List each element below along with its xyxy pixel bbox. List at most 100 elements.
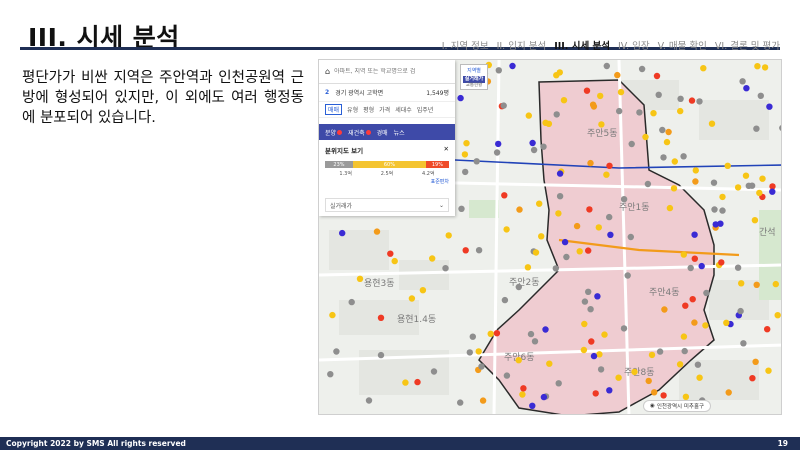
price-marker[interactable]	[712, 221, 719, 228]
price-marker[interactable]	[725, 389, 732, 396]
price-marker[interactable]	[737, 307, 744, 315]
nav-item-location-analysis[interactable]: II. 입지 분석	[497, 38, 547, 52]
price-marker[interactable]	[590, 352, 598, 360]
price-marker[interactable]	[445, 232, 452, 239]
price-marker[interactable]	[516, 206, 523, 213]
price-marker[interactable]	[462, 247, 469, 254]
tab-reconstruction[interactable]: 재건축	[348, 128, 371, 137]
price-marker[interactable]	[391, 257, 398, 265]
price-marker[interactable]	[573, 222, 581, 230]
price-marker[interactable]	[576, 248, 583, 255]
price-marker[interactable]	[696, 98, 703, 105]
price-marker[interactable]	[677, 107, 684, 115]
price-marker[interactable]	[585, 288, 592, 295]
filter-trade[interactable]: 매매	[325, 104, 343, 115]
price-marker[interactable]	[603, 62, 610, 70]
price-marker[interactable]	[698, 262, 705, 270]
price-marker[interactable]	[520, 385, 527, 392]
nav-item-price-analysis[interactable]: III. 시세 분석	[554, 38, 610, 52]
price-marker[interactable]	[627, 233, 634, 241]
price-marker[interactable]	[759, 175, 766, 182]
price-marker[interactable]	[463, 140, 470, 147]
price-marker[interactable]	[645, 377, 652, 385]
price-marker[interactable]	[644, 180, 652, 188]
district-chip[interactable]: ◉ 인천광역시 미추홀구	[643, 400, 712, 412]
price-marker[interactable]	[764, 326, 771, 333]
price-marker[interactable]	[615, 374, 622, 381]
price-marker[interactable]	[724, 162, 731, 169]
nav-item-region-info[interactable]: I. 지역 정보	[442, 38, 489, 52]
price-marker[interactable]	[636, 109, 643, 116]
price-marker[interactable]	[765, 367, 772, 374]
price-marker[interactable]	[671, 158, 678, 165]
price-marker[interactable]	[606, 162, 613, 169]
price-marker[interactable]	[377, 351, 385, 359]
price-marker[interactable]	[677, 95, 684, 102]
price-marker[interactable]	[748, 182, 756, 189]
price-marker[interactable]	[734, 184, 742, 191]
price-marker[interactable]	[525, 112, 532, 119]
price-marker[interactable]	[495, 140, 502, 148]
price-marker[interactable]	[501, 296, 509, 304]
price-marker[interactable]	[642, 133, 649, 141]
price-marker[interactable]	[691, 231, 698, 238]
close-icon[interactable]: ✕	[444, 145, 449, 155]
price-marker[interactable]	[581, 320, 588, 328]
price-marker[interactable]	[753, 125, 760, 132]
price-marker[interactable]	[387, 250, 394, 257]
nav-item-conclusion[interactable]: VI. 결론 및 평가	[715, 38, 780, 52]
tab-auction[interactable]: 경매	[377, 128, 388, 137]
price-marker[interactable]	[542, 119, 549, 126]
price-marker[interactable]	[442, 265, 449, 272]
price-marker[interactable]	[661, 306, 668, 313]
price-type-dropdown[interactable]: 실거래가 ⌄	[325, 198, 449, 212]
price-marker[interactable]	[680, 153, 687, 160]
price-marker[interactable]	[708, 120, 716, 127]
price-marker[interactable]	[529, 139, 536, 147]
price-marker[interactable]	[688, 97, 696, 104]
price-marker[interactable]	[500, 102, 507, 109]
nav-item-listing-check[interactable]: V. 매물 확인	[658, 38, 707, 52]
price-marker[interactable]	[556, 69, 563, 76]
price-marker[interactable]	[588, 338, 595, 345]
price-marker[interactable]	[501, 192, 508, 199]
price-marker[interactable]	[402, 379, 409, 386]
price-marker[interactable]	[408, 295, 416, 302]
price-marker[interactable]	[691, 255, 698, 262]
price-marker[interactable]	[656, 348, 664, 355]
price-marker[interactable]	[753, 281, 760, 288]
price-marker[interactable]	[607, 231, 614, 238]
filter-type[interactable]: 유형	[347, 105, 358, 114]
price-marker[interactable]	[700, 65, 707, 72]
price-marker[interactable]	[538, 233, 545, 240]
price-marker[interactable]	[583, 87, 591, 94]
price-marker[interactable]	[475, 247, 483, 254]
home-icon[interactable]: ⌂	[325, 67, 330, 76]
price-marker[interactable]	[681, 347, 688, 355]
price-marker[interactable]	[356, 275, 364, 282]
price-marker[interactable]	[653, 72, 661, 80]
price-marker[interactable]	[670, 185, 678, 192]
price-marker[interactable]	[532, 249, 540, 256]
price-marker[interactable]	[710, 179, 718, 186]
price-marker[interactable]	[772, 280, 779, 288]
price-marker[interactable]	[766, 103, 773, 110]
price-marker[interactable]	[493, 330, 501, 337]
price-marker[interactable]	[560, 97, 568, 104]
price-marker[interactable]	[515, 357, 522, 364]
price-marker[interactable]	[580, 346, 588, 354]
price-marker[interactable]	[719, 207, 726, 214]
price-marker[interactable]	[475, 348, 482, 355]
price-marker[interactable]	[620, 325, 628, 332]
price-marker[interactable]	[469, 333, 476, 340]
price-marker[interactable]	[466, 349, 473, 356]
price-marker[interactable]	[676, 361, 684, 368]
tab-news[interactable]: 뉴스	[394, 128, 405, 137]
price-marker[interactable]	[691, 319, 698, 326]
price-marker[interactable]	[457, 399, 464, 406]
price-marker[interactable]	[519, 391, 526, 398]
price-marker[interactable]	[377, 314, 385, 321]
price-marker[interactable]	[529, 402, 536, 409]
price-marker[interactable]	[556, 193, 564, 200]
price-marker[interactable]	[589, 101, 597, 108]
